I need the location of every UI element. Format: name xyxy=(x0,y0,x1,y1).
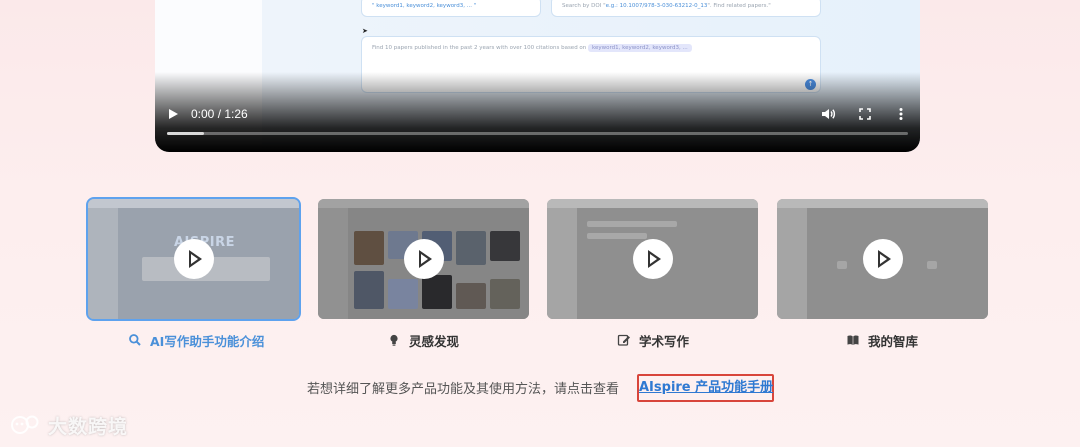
video-keyword-text: " keyword1, keyword2, keyword3, ... " xyxy=(372,3,477,9)
book-icon xyxy=(847,335,859,345)
video-buffered-bar xyxy=(167,132,205,135)
video-doi-prefix: Search by DOI " xyxy=(562,3,606,9)
play-icon[interactable] xyxy=(862,239,903,279)
footer-note: 若想详细了解更多产品功能及其使用方法，请点击查看 xyxy=(307,382,620,397)
video-player[interactable]: " keyword1, keyword2, keyword3, ... " Se… xyxy=(155,0,920,152)
thumbnail-inspiration-discovery[interactable] xyxy=(318,199,529,319)
watermark-text: 大数跨境 xyxy=(48,415,129,438)
tab-academic-writing[interactable]: 学术写作 xyxy=(617,331,689,349)
watermark: 大数跨境 xyxy=(10,410,128,440)
tab-label-text: 灵感发现 xyxy=(409,333,460,349)
thumbnail-ai-writing-assistant[interactable]: AISPIRE xyxy=(86,197,301,321)
video-progress-bar[interactable] xyxy=(167,132,908,135)
play-icon[interactable] xyxy=(403,239,444,279)
tab-label-text: AI写作助手功能介绍 xyxy=(150,333,265,349)
video-doi-card: Search by DOI "e.g.: 10.1007/978-3-030-6… xyxy=(551,0,821,17)
product-manual-link[interactable]: AIspire 产品功能手册 xyxy=(637,374,774,402)
mouse-cursor-icon: ➤ xyxy=(362,27,368,35)
fullscreen-icon[interactable] xyxy=(857,106,873,122)
video-keyword-card: " keyword1, keyword2, keyword3, ... " xyxy=(361,0,541,17)
play-icon[interactable] xyxy=(173,239,214,279)
watermark-logo-icon xyxy=(11,415,39,434)
thumbnail-academic-writing[interactable] xyxy=(547,199,758,319)
tab-inspiration-discovery[interactable]: 灵感发现 xyxy=(387,331,459,349)
video-controls: 0:00 / 1:26 xyxy=(155,100,920,140)
video-time: 0:00 / 1:26 xyxy=(191,107,248,121)
pencil-icon xyxy=(617,334,630,346)
tab-ai-writing-assistant[interactable]: AI写作助手功能介绍 xyxy=(128,331,264,349)
video-doi-example: e.g.: 10.1007/978-3-030-63212-0_13 xyxy=(605,3,708,9)
thumbnail-my-think-tank[interactable] xyxy=(777,199,988,319)
volume-icon[interactable] xyxy=(820,106,836,122)
video-play-button[interactable] xyxy=(167,107,181,121)
tab-label-text: 我的智库 xyxy=(868,333,919,349)
search-icon xyxy=(129,334,141,346)
video-doi-suffix: ". Find related papers." xyxy=(707,3,771,9)
video-prompt-tag: keyword1, keyword2, keyword3, ... xyxy=(588,44,692,52)
bulb-icon xyxy=(390,334,398,346)
tab-label-text: 学术写作 xyxy=(639,333,690,349)
play-icon[interactable] xyxy=(632,239,673,279)
video-prompt-text: Find 10 papers published in the past 2 y… xyxy=(372,45,587,51)
tab-my-think-tank[interactable]: 我的智库 xyxy=(846,331,918,349)
more-options-icon[interactable] xyxy=(893,106,909,122)
